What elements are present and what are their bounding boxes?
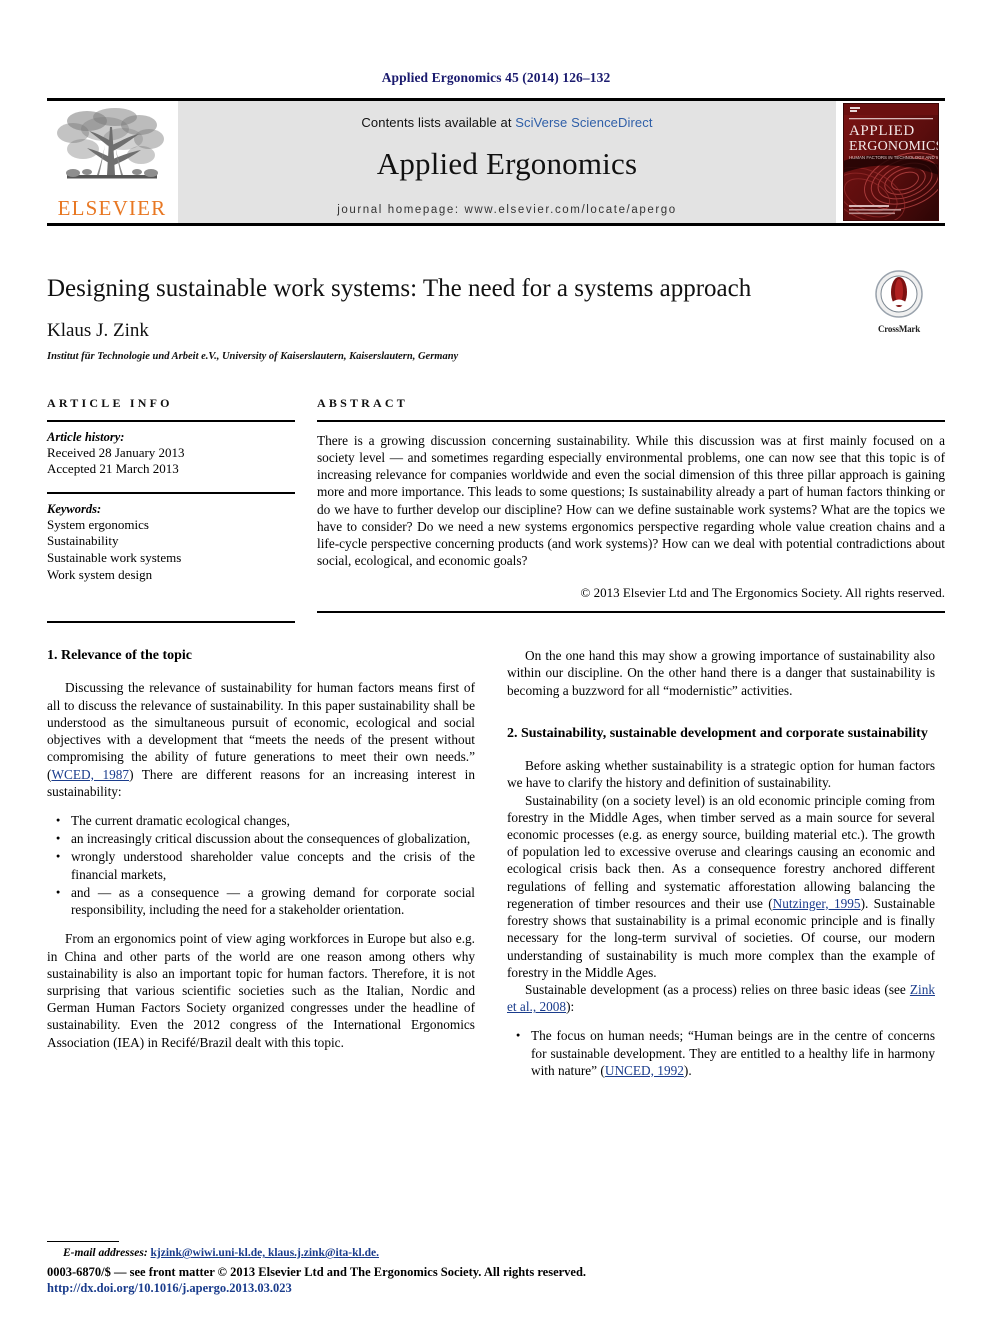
basic-ideas-bullet-list: The focus on human needs; “Human beings … (507, 1027, 935, 1079)
abstract-top-rule (317, 419, 945, 422)
journal-homepage-line[interactable]: journal homepage: www.elsevier.com/locat… (178, 204, 836, 216)
list-item-text-part: The focus on human needs; “Human beings … (531, 1028, 935, 1078)
info-middle-rule (47, 491, 295, 494)
contents-available-line: Contents lists available at SciVerse Sci… (178, 101, 836, 130)
article-history-received: Received 28 January 2013 (47, 444, 185, 460)
crossmark-label: CrossMark (877, 324, 921, 334)
page-title: Designing sustainable work systems: The … (47, 275, 752, 302)
paper-page: Applied Ergonomics 45 (2014) 126–132 ELS… (0, 0, 992, 1323)
article-history-accepted: Accepted 21 March 2013 (47, 461, 179, 477)
elsevier-wordmark: ELSEVIER (57, 196, 167, 220)
list-item: and — as a consequence — a growing deman… (56, 884, 475, 918)
paragraph-buzzword: On the one hand this may show a growing … (507, 648, 935, 698)
email-links[interactable]: kjzink@wiwi.uni-kl.de, klaus.j.zink@ita-… (151, 1247, 379, 1259)
svg-text:ERGONOMICS: ERGONOMICS (849, 139, 939, 154)
article-info-column: ARTICLE INFO Article history: Received 2… (47, 396, 295, 624)
paragraph-ergonomics-view: From an ergonomics point of view aging w… (47, 931, 475, 1050)
info-bottom-rule (47, 621, 295, 624)
right-column: On the one hand this may show a growing … (507, 647, 935, 1091)
footnote-divider (47, 1241, 119, 1242)
paragraph-three-basic-ideas: Sustainable development (as a process) r… (507, 981, 935, 1015)
abstract-heading: ABSTRACT (317, 395, 408, 410)
elsevier-logo[interactable]: ELSEVIER (47, 101, 177, 223)
footnote-block: E-mail addresses: kjzink@wiwi.uni-kl.de,… (47, 1241, 475, 1259)
paragraph-relevance-intro: Discussing the relevance of sustainabili… (47, 679, 475, 800)
masthead-center: Contents lists available at SciVerse Sci… (177, 101, 836, 223)
keyword-item: Sustainable work systems (47, 550, 182, 565)
left-column: 1. Relevance of the topic Discussing the… (47, 647, 475, 1091)
paragraph-before-asking: Before asking whether sustainability is … (507, 758, 935, 791)
svg-text:APPLIED: APPLIED (849, 123, 915, 139)
running-head: Applied Ergonomics 45 (2014) 126–132 (381, 70, 611, 85)
list-item-text-part: ). (683, 1062, 692, 1078)
section-heading-1: 1. Relevance of the topic (47, 648, 193, 664)
section-heading-2: 2. Sustainability, sustainable developme… (507, 725, 928, 741)
para-text-part: ): (566, 999, 575, 1015)
journal-cover-thumbnail[interactable]: APPLIED ERGONOMICS HUMAN FACTORS IN TECH… (836, 101, 945, 223)
list-item: The current dramatic ecological changes, (56, 812, 475, 829)
article-history-label: Article history: (47, 429, 125, 444)
keyword-item: Work system design (47, 566, 153, 582)
sciencedirect-link[interactable]: SciVerse ScienceDirect (515, 115, 652, 130)
paragraph-forestry-history: Sustainability (on a society level) is a… (507, 792, 935, 981)
abstract-text: There is a growing discussion concerning… (317, 432, 945, 569)
body-columns: 1. Relevance of the topic Discussing the… (47, 647, 945, 1091)
keyword-item: System ergonomics (47, 516, 149, 532)
list-item: an increasingly critical discussion abou… (56, 830, 475, 847)
svg-text:HUMAN FACTORS IN TECHNOLOGY AN: HUMAN FACTORS IN TECHNOLOGY AND SOCIETY (849, 155, 939, 160)
info-abstract-region: ARTICLE INFO Article history: Received 2… (47, 396, 945, 624)
list-item: wrongly understood shareholder value con… (56, 848, 475, 882)
keyword-item: Sustainability (47, 533, 119, 549)
email-footnote-label: E-mail addresses: (63, 1247, 148, 1259)
journal-title: Applied Ergonomics (376, 146, 638, 181)
author-affiliation: Institut für Technologie und Arbeit e.V.… (47, 350, 459, 362)
doi-link[interactable]: http://dx.doi.org/10.1016/j.apergo.2013.… (47, 1281, 747, 1296)
author-name: Klaus J. Zink (47, 319, 149, 341)
abstract-copyright: © 2013 Elsevier Ltd and The Ergonomics S… (580, 584, 945, 600)
email-footnote: E-mail addresses: kjzink@wiwi.uni-kl.de,… (47, 1247, 475, 1259)
info-top-rule (47, 419, 295, 422)
crossmark-badge[interactable]: CrossMark (853, 270, 945, 334)
para-text-part: Sustainable development (as a process) r… (525, 981, 910, 997)
citation-wced-1987[interactable]: WCED, 1987 (51, 767, 129, 782)
front-matter-line: 0003-6870/$ — see front matter © 2013 El… (47, 1265, 587, 1279)
page-footer: 0003-6870/$ — see front matter © 2013 El… (47, 1265, 747, 1296)
title-block: Designing sustainable work systems: The … (47, 270, 945, 362)
crossmark-icon (875, 270, 923, 318)
para-text-part: Sustainability (on a society level) is a… (507, 792, 935, 911)
reasons-bullet-list: The current dramatic ecological changes,… (47, 812, 475, 918)
citation-nutzinger-1995[interactable]: Nutzinger, 1995 (773, 896, 861, 911)
elsevier-tree-icon (57, 108, 164, 179)
contents-prefix: Contents lists available at (361, 115, 516, 130)
abstract-bottom-rule (317, 610, 945, 613)
abstract-column: ABSTRACT There is a growing discussion c… (317, 396, 945, 624)
list-item: The focus on human needs; “Human beings … (516, 1027, 935, 1079)
journal-masthead: ELSEVIER Contents lists available at Sci… (47, 98, 945, 226)
article-info-heading: ARTICLE INFO (47, 395, 173, 410)
journal-cover-image: APPLIED ERGONOMICS HUMAN FACTORS IN TECH… (843, 103, 939, 221)
keywords-label: Keywords: (47, 501, 102, 516)
citation-unced-1992[interactable]: UNCED, 1992 (605, 1063, 684, 1078)
